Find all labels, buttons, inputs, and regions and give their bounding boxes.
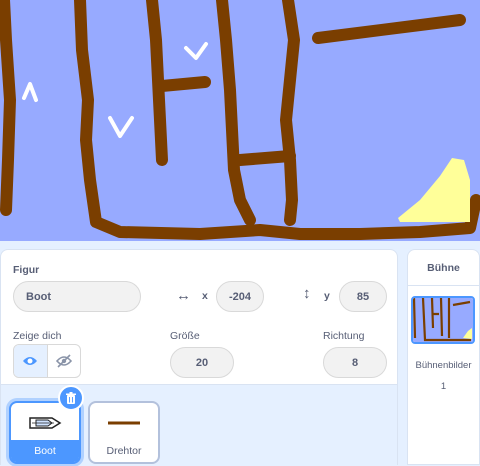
eye-slash-icon <box>55 354 72 368</box>
stage-canvas[interactable] <box>0 0 480 241</box>
backdrops-label: Bühnenbilder <box>415 360 472 371</box>
stage-thumbnail[interactable] <box>411 296 475 344</box>
sprite-tile-label: Drehtor <box>106 445 142 457</box>
y-label: y <box>324 290 330 302</box>
sprite-name-input[interactable]: Boot <box>13 281 141 312</box>
direction-input[interactable]: 8 <box>323 347 387 378</box>
eye-icon <box>23 357 38 365</box>
y-position-input[interactable]: 85 <box>339 281 387 312</box>
sprite-tile-label: Boot <box>11 440 79 462</box>
x-position-input[interactable]: -204 <box>216 281 264 312</box>
sprite-tile-drehtor[interactable]: Drehtor <box>88 401 160 464</box>
stage-selector-pane[interactable]: Bühne Bühnenbilder 1 <box>407 249 480 465</box>
visibility-toggle <box>13 344 81 378</box>
vertical-arrows-icon: ↕ <box>303 285 311 302</box>
size-input[interactable]: 20 <box>170 347 234 378</box>
stage-thumbnail-image <box>413 298 473 342</box>
backdrops-count: 1 <box>440 381 447 392</box>
gate-icon <box>108 421 140 425</box>
sprite-thumbnail <box>90 403 158 443</box>
delete-sprite-button[interactable] <box>58 385 84 411</box>
boat-icon <box>29 417 62 429</box>
stage-pane-title: Bühne <box>408 250 479 286</box>
trash-icon <box>66 391 76 404</box>
size-label: Größe <box>170 330 200 342</box>
x-label: x <box>202 290 208 302</box>
sprite-pane: Figur Boot ↔ x -204 ↕ y 85 Zeige dich Gr… <box>0 249 398 466</box>
maze-backdrop <box>0 0 480 240</box>
show-label: Zeige dich <box>13 330 62 342</box>
direction-label: Richtung <box>323 330 365 342</box>
show-button[interactable] <box>14 345 48 377</box>
sprite-info-panel: Figur Boot ↔ x -204 ↕ y 85 Zeige dich Gr… <box>1 250 397 384</box>
horizontal-arrows-icon: ↔ <box>176 287 191 304</box>
hide-button[interactable] <box>48 345 81 377</box>
sprite-label: Figur <box>13 264 40 276</box>
